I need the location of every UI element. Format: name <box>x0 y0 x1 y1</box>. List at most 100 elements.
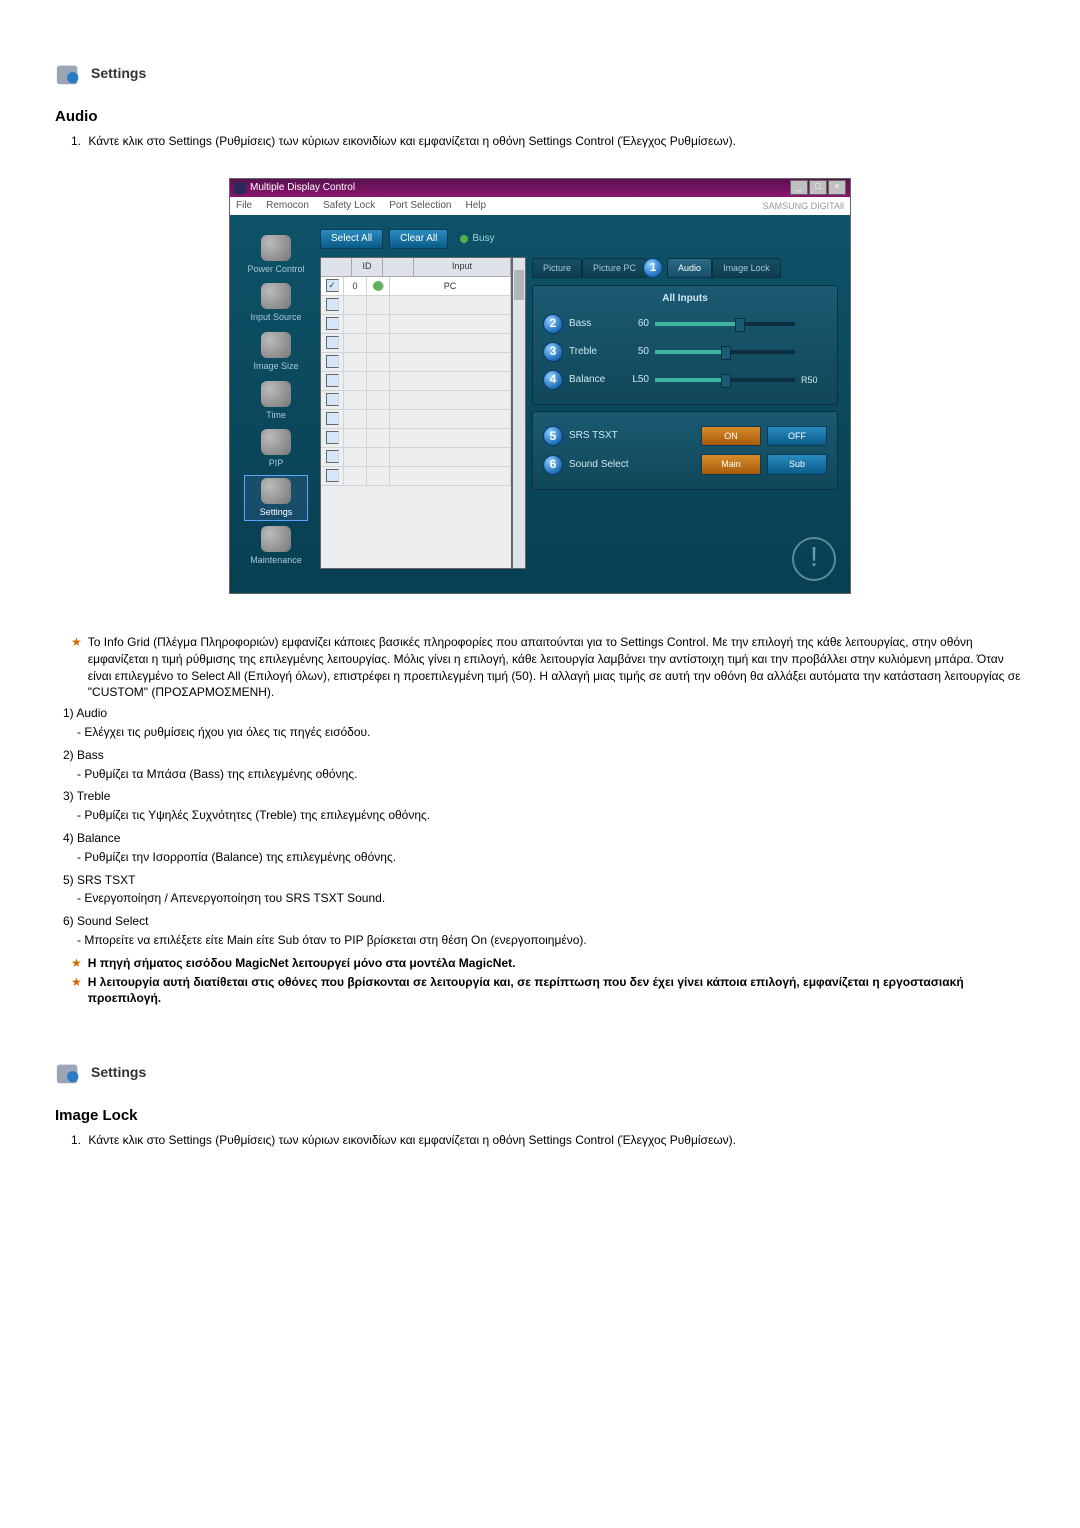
note-star: ★ Το Info Grid (Πλέγμα Πληροφοριών) εμφα… <box>55 634 1025 701</box>
clear-all-button[interactable]: Clear All <box>389 229 448 249</box>
busy-dot-icon <box>460 235 468 243</box>
checkbox-icon[interactable] <box>326 450 339 463</box>
list-item: 6) Sound Select <box>63 913 1025 930</box>
image-size-icon <box>261 332 291 358</box>
section-title: Settings <box>91 64 146 84</box>
list-desc: - Μπορείτε να επιλέξετε είτε Main είτε S… <box>77 932 1025 949</box>
tabs: Picture Picture PC 1 Audio Image Lock <box>532 257 838 279</box>
table-row[interactable] <box>321 429 511 448</box>
checkbox-icon[interactable] <box>326 317 339 330</box>
table-row[interactable]: 0 PC <box>321 277 511 296</box>
section-header: Settings <box>55 1059 1025 1087</box>
settings-icon <box>55 60 83 88</box>
sidebar-item-power-control[interactable]: Power Control <box>245 233 307 278</box>
sub-button[interactable]: Sub <box>767 454 827 475</box>
checkbox-icon[interactable] <box>326 431 339 444</box>
main-button[interactable]: Main <box>701 454 761 475</box>
subsection-title: Image Lock <box>55 1105 1025 1126</box>
sidebar-item-settings[interactable]: Settings <box>245 476 307 521</box>
col-id: ID <box>352 258 383 276</box>
list-desc: - Ρυθμίζει την Ισορροπία (Balance) της ε… <box>77 849 1025 866</box>
list-item: 1) Audio <box>63 705 1025 722</box>
menu-remocon[interactable]: Remocon <box>266 199 309 213</box>
menubar: File Remocon Safety Lock Port Selection … <box>230 197 850 215</box>
list-desc: - Ρυθμίζει τις Υψηλές Συχνότητες (Treble… <box>77 807 1025 824</box>
toggles-box: 5 SRS TSXT ON OFF 6 Sound Select Main Su… <box>532 411 838 490</box>
checkbox-icon[interactable] <box>326 374 339 387</box>
sidebar-item-maintenance[interactable]: Maintenance <box>245 524 307 569</box>
subsection-title: Audio <box>55 106 1025 127</box>
table-row[interactable] <box>321 334 511 353</box>
slider-track[interactable] <box>655 322 795 326</box>
checkbox-icon[interactable] <box>326 412 339 425</box>
tab-image-lock[interactable]: Image Lock <box>712 258 781 279</box>
settings-icon <box>55 1059 83 1087</box>
table-row[interactable] <box>321 353 511 372</box>
maintenance-icon <box>261 526 291 552</box>
sidebar-item-input-source[interactable]: Input Source <box>245 281 307 326</box>
pip-icon <box>261 429 291 455</box>
minimize-button[interactable]: _ <box>790 180 808 195</box>
checkbox-icon[interactable] <box>326 279 339 292</box>
slider-balance: 4 Balance L50 R50 <box>543 370 827 390</box>
list-item: 5) SRS TSXT <box>63 872 1025 889</box>
slider-track[interactable] <box>655 350 795 354</box>
exclamation-icon: ! <box>792 537 836 581</box>
time-icon <box>261 381 291 407</box>
sidebar-item-image-size[interactable]: Image Size <box>245 330 307 375</box>
sidebar-item-pip[interactable]: PIP <box>245 427 307 472</box>
off-button[interactable]: OFF <box>767 426 827 447</box>
menu-file[interactable]: File <box>236 199 252 213</box>
maximize-button[interactable]: □ <box>809 180 827 195</box>
table-row[interactable] <box>321 296 511 315</box>
col-status <box>383 258 414 276</box>
list-item: 4) Balance <box>63 830 1025 847</box>
table-row[interactable] <box>321 372 511 391</box>
checkbox-icon[interactable] <box>326 336 339 349</box>
table-row[interactable] <box>321 467 511 486</box>
app-window: Multiple Display Control _ □ × File Remo… <box>229 178 851 594</box>
list-desc: - Ελέγχει τις ρυθμίσεις ήχου για όλες τι… <box>77 724 1025 741</box>
star-icon: ★ <box>71 634 82 701</box>
instruction-step: 1. Κάντε κλικ στο Settings (Ρυθμίσεις) τ… <box>71 1132 1025 1149</box>
table-row[interactable] <box>321 391 511 410</box>
panel-title: All Inputs <box>543 292 827 306</box>
window-controls: _ □ × <box>790 180 846 195</box>
sidebar-item-time[interactable]: Time <box>245 379 307 424</box>
slider-thumb[interactable] <box>721 374 731 388</box>
info-grid: ID Input 0 PC <box>320 257 512 569</box>
toggle-sound-select: 6 Sound Select Main Sub <box>543 454 827 475</box>
menu-safety-lock[interactable]: Safety Lock <box>323 199 375 213</box>
note-star: ★ Η πηγή σήματος εισόδου MagicNet λειτου… <box>55 955 1025 972</box>
tab-picture[interactable]: Picture <box>532 258 582 279</box>
on-button[interactable]: ON <box>701 426 761 447</box>
col-checkbox <box>321 258 352 276</box>
badge-3: 3 <box>543 342 563 362</box>
menu-help[interactable]: Help <box>465 199 486 213</box>
checkbox-icon[interactable] <box>326 355 339 368</box>
star-icon: ★ <box>71 955 82 972</box>
slider-thumb[interactable] <box>721 346 731 360</box>
close-button[interactable]: × <box>828 180 846 195</box>
checkbox-icon[interactable] <box>326 469 339 482</box>
slider-treble: 3 Treble 50 <box>543 342 827 362</box>
scrollbar[interactable] <box>512 257 526 569</box>
slider-thumb[interactable] <box>735 318 745 332</box>
table-row[interactable] <box>321 410 511 429</box>
slider-track[interactable] <box>655 378 795 382</box>
tab-audio[interactable]: Audio <box>667 258 712 279</box>
slider-bass: 2 Bass 60 <box>543 314 827 334</box>
menu-port-selection[interactable]: Port Selection <box>389 199 451 213</box>
tab-picture-pc[interactable]: Picture PC <box>582 258 647 279</box>
badge-5: 5 <box>543 426 563 446</box>
table-row[interactable] <box>321 315 511 334</box>
note-star: ★ Η λειτουργία αυτή διατίθεται στις οθόν… <box>55 974 1025 1008</box>
checkbox-icon[interactable] <box>326 298 339 311</box>
toggle-srs-tsxt: 5 SRS TSXT ON OFF <box>543 426 827 447</box>
select-all-button[interactable]: Select All <box>320 229 383 249</box>
checkbox-icon[interactable] <box>326 393 339 406</box>
badge-4: 4 <box>543 370 563 390</box>
section-header: Settings <box>55 60 1025 88</box>
input-source-icon <box>261 283 291 309</box>
table-row[interactable] <box>321 448 511 467</box>
